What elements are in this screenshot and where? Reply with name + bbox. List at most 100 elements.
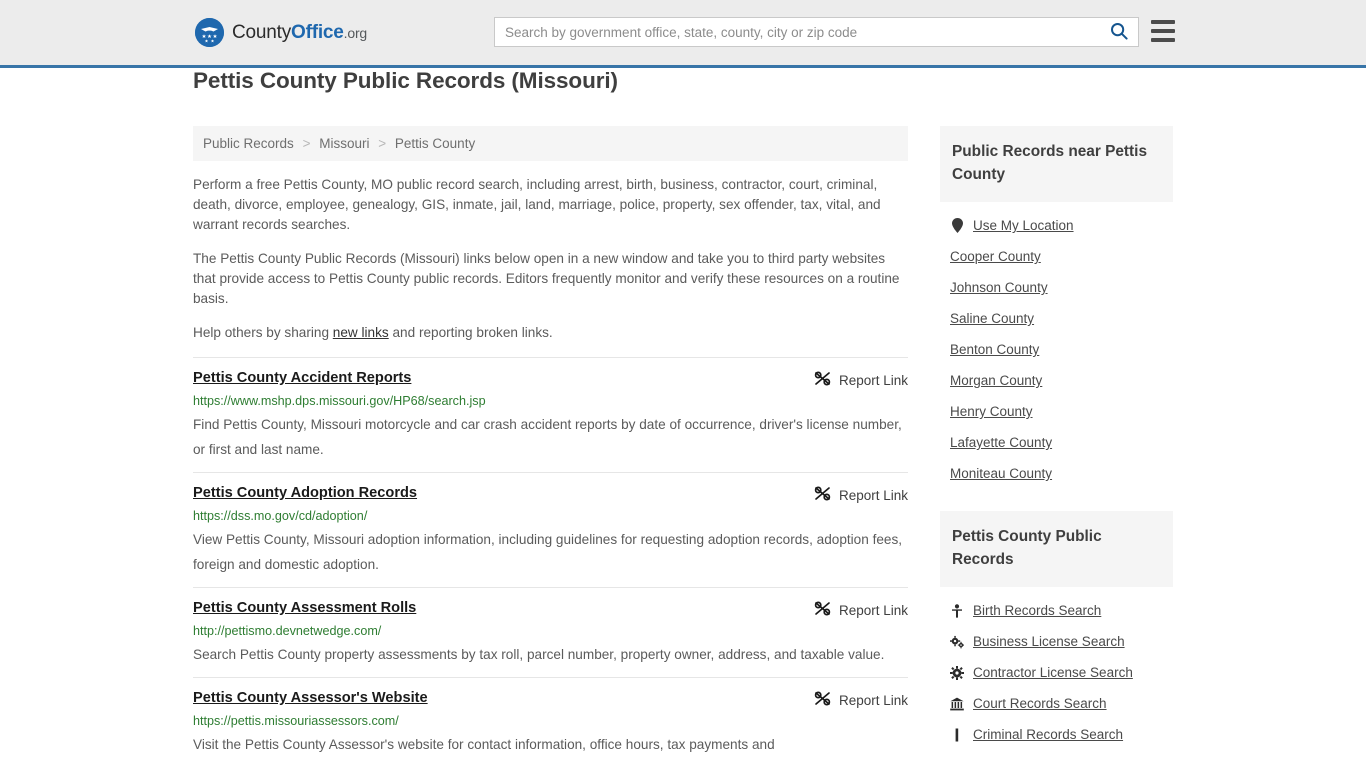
- sidebar-item-henry-county[interactable]: Henry County: [950, 396, 1173, 427]
- sidebar-nearby-link[interactable]: Moniteau County: [950, 466, 1052, 481]
- broken-link-icon: [814, 371, 831, 389]
- breadcrumb-item-missouri[interactable]: Missouri: [319, 136, 369, 151]
- hamburger-menu-icon[interactable]: [1151, 20, 1175, 42]
- record-header: Pettis County Assessor's Website Report …: [193, 690, 908, 709]
- sidebar-nearby-link[interactable]: Henry County: [950, 404, 1033, 419]
- report-link-label: Report Link: [838, 487, 908, 503]
- record-title-link[interactable]: Pettis County Adoption Records: [193, 485, 417, 501]
- sidebar-item-moniteau-county[interactable]: Moniteau County: [950, 458, 1173, 489]
- sidebar-item-morgan-county[interactable]: Morgan County: [950, 365, 1173, 396]
- record-header: Pettis County Adoption Records Report Li…: [193, 485, 908, 504]
- sidebar-item-birth-records-search[interactable]: Birth Records Search: [950, 595, 1173, 626]
- search-button[interactable]: [1100, 18, 1138, 46]
- sidebar-item-cooper-county[interactable]: Cooper County: [950, 241, 1173, 272]
- sidebar: Public Records near Pettis County Use My…: [940, 126, 1173, 768]
- sidebar-item-lafayette-county[interactable]: Lafayette County: [950, 427, 1173, 458]
- broken-link-icon: [814, 691, 831, 709]
- report-link-button[interactable]: Report Link: [814, 370, 908, 389]
- record-url: https://pettis.missouriassessors.com/: [193, 714, 399, 728]
- search-bar: [494, 17, 1139, 47]
- sidebar-item-use-my-location[interactable]: Use My Location: [950, 210, 1173, 241]
- record-title-link[interactable]: Pettis County Accident Reports: [193, 370, 411, 386]
- page-title: Pettis County Public Records (Missouri): [193, 68, 618, 93]
- record-header: Pettis County Assessment Rolls Report Li…: [193, 600, 908, 619]
- sidebar-nearby-box: Public Records near Pettis County Use My…: [940, 126, 1173, 489]
- breadcrumb-separator: >: [378, 136, 387, 151]
- map-pin-icon: [950, 218, 964, 233]
- breadcrumb: Public Records > Missouri > Pettis Count…: [193, 126, 908, 161]
- gears-icon: [950, 634, 964, 649]
- record-description: Search Pettis County property assessment…: [193, 647, 885, 662]
- report-link-label: Report Link: [838, 372, 908, 388]
- help-paragraph: Help others by sharing new links and rep…: [193, 323, 908, 343]
- record-title-link[interactable]: Pettis County Assessment Rolls: [193, 600, 416, 616]
- breadcrumb-item-public-records[interactable]: Public Records: [203, 136, 294, 151]
- gear-icon: [950, 665, 964, 680]
- sidebar-item-court-records-search[interactable]: Court Records Search: [950, 688, 1173, 719]
- record-title-link[interactable]: Pettis County Assessor's Website: [193, 690, 428, 706]
- eagle-seal-icon: [195, 18, 224, 47]
- breadcrumb-separator: >: [302, 136, 311, 151]
- hamburger-bar: [1151, 20, 1175, 24]
- intro-section: Perform a free Pettis County, MO public …: [193, 175, 908, 343]
- page-body: Pettis County Public Records (Missouri) …: [0, 68, 1366, 768]
- report-link-label: Report Link: [838, 602, 908, 618]
- gavel-icon: [950, 727, 964, 742]
- record-header: Pettis County Accident Reports Report Li…: [193, 370, 908, 389]
- help-text-after: and reporting broken links.: [388, 325, 553, 340]
- record-description: Find Pettis County, Missouri motorcycle …: [193, 417, 902, 457]
- sidebar-nearby-link[interactable]: Johnson County: [950, 280, 1048, 295]
- sidebar-records-link[interactable]: Birth Records Search: [973, 603, 1101, 618]
- sidebar-nearby-link[interactable]: Cooper County: [950, 249, 1041, 264]
- main-content: Public Records > Missouri > Pettis Count…: [193, 126, 908, 768]
- record-item: Pettis County Assessor's Website Report …: [193, 677, 908, 767]
- record-description: View Pettis County, Missouri adoption in…: [193, 532, 903, 572]
- intro-paragraph-2: The Pettis County Public Records (Missou…: [193, 251, 900, 306]
- sidebar-records-link[interactable]: Contractor License Search: [973, 665, 1133, 680]
- search-input[interactable]: [495, 18, 1100, 46]
- sidebar-nearby-link[interactable]: Use My Location: [973, 218, 1074, 233]
- sidebar-item-business-license-search[interactable]: Business License Search: [950, 626, 1173, 657]
- record-item: Pettis County Adoption Records Report Li…: [193, 472, 908, 587]
- record-url: https://www.mshp.dps.missouri.gov/HP68/s…: [193, 394, 486, 408]
- sidebar-nearby-link[interactable]: Saline County: [950, 311, 1034, 326]
- logo-wordmark: CountyOffice.org: [232, 22, 367, 44]
- sidebar-item-saline-county[interactable]: Saline County: [950, 303, 1173, 334]
- sidebar-item-johnson-county[interactable]: Johnson County: [950, 272, 1173, 303]
- broken-link-icon: [814, 601, 831, 619]
- sidebar-nearby-link[interactable]: Morgan County: [950, 373, 1042, 388]
- record-item: Pettis County Accident Reports Report Li…: [193, 357, 908, 472]
- report-link-label: Report Link: [838, 692, 908, 708]
- hamburger-bar: [1151, 29, 1175, 33]
- sidebar-item-criminal-records-search[interactable]: Criminal Records Search: [950, 719, 1173, 750]
- sidebar-item-benton-county[interactable]: Benton County: [950, 334, 1173, 365]
- courthouse-icon: [950, 696, 964, 711]
- report-link-button[interactable]: Report Link: [814, 690, 908, 709]
- breadcrumb-item-pettis-county[interactable]: Pettis County: [395, 136, 475, 151]
- record-item: Pettis County Assessment Rolls Report Li…: [193, 587, 908, 677]
- report-link-button[interactable]: Report Link: [814, 485, 908, 504]
- new-links-link[interactable]: new links: [333, 325, 389, 340]
- sidebar-records-link[interactable]: Court Records Search: [973, 696, 1107, 711]
- baby-icon: [950, 603, 964, 618]
- sidebar-nearby-link[interactable]: Benton County: [950, 342, 1039, 357]
- sidebar-records-list: Birth Records Search Business License Se…: [940, 587, 1173, 750]
- sidebar-records-box: Pettis County Public Records Birth Recor…: [940, 511, 1173, 750]
- site-header: CountyOffice.org: [0, 0, 1366, 68]
- sidebar-records-link[interactable]: Criminal Records Search: [973, 727, 1123, 742]
- record-url: https://dss.mo.gov/cd/adoption/: [193, 509, 368, 523]
- hamburger-bar: [1151, 38, 1175, 42]
- sidebar-nearby-link[interactable]: Lafayette County: [950, 435, 1052, 450]
- help-text-before: Help others by sharing: [193, 325, 333, 340]
- sidebar-nearby-list: Use My Location Cooper County Johnson Co…: [940, 202, 1173, 489]
- record-url: http://pettismo.devnetwedge.com/: [193, 624, 382, 638]
- logo-text-office: Office: [291, 21, 344, 43]
- logo-text-county: County: [232, 21, 292, 43]
- site-logo[interactable]: CountyOffice.org: [195, 18, 367, 47]
- intro-paragraph-1: Perform a free Pettis County, MO public …: [193, 177, 881, 232]
- sidebar-records-link[interactable]: Business License Search: [973, 634, 1125, 649]
- sidebar-item-contractor-license-search[interactable]: Contractor License Search: [950, 657, 1173, 688]
- report-link-button[interactable]: Report Link: [814, 600, 908, 619]
- search-icon: [1110, 22, 1128, 43]
- sidebar-nearby-heading: Public Records near Pettis County: [940, 126, 1173, 202]
